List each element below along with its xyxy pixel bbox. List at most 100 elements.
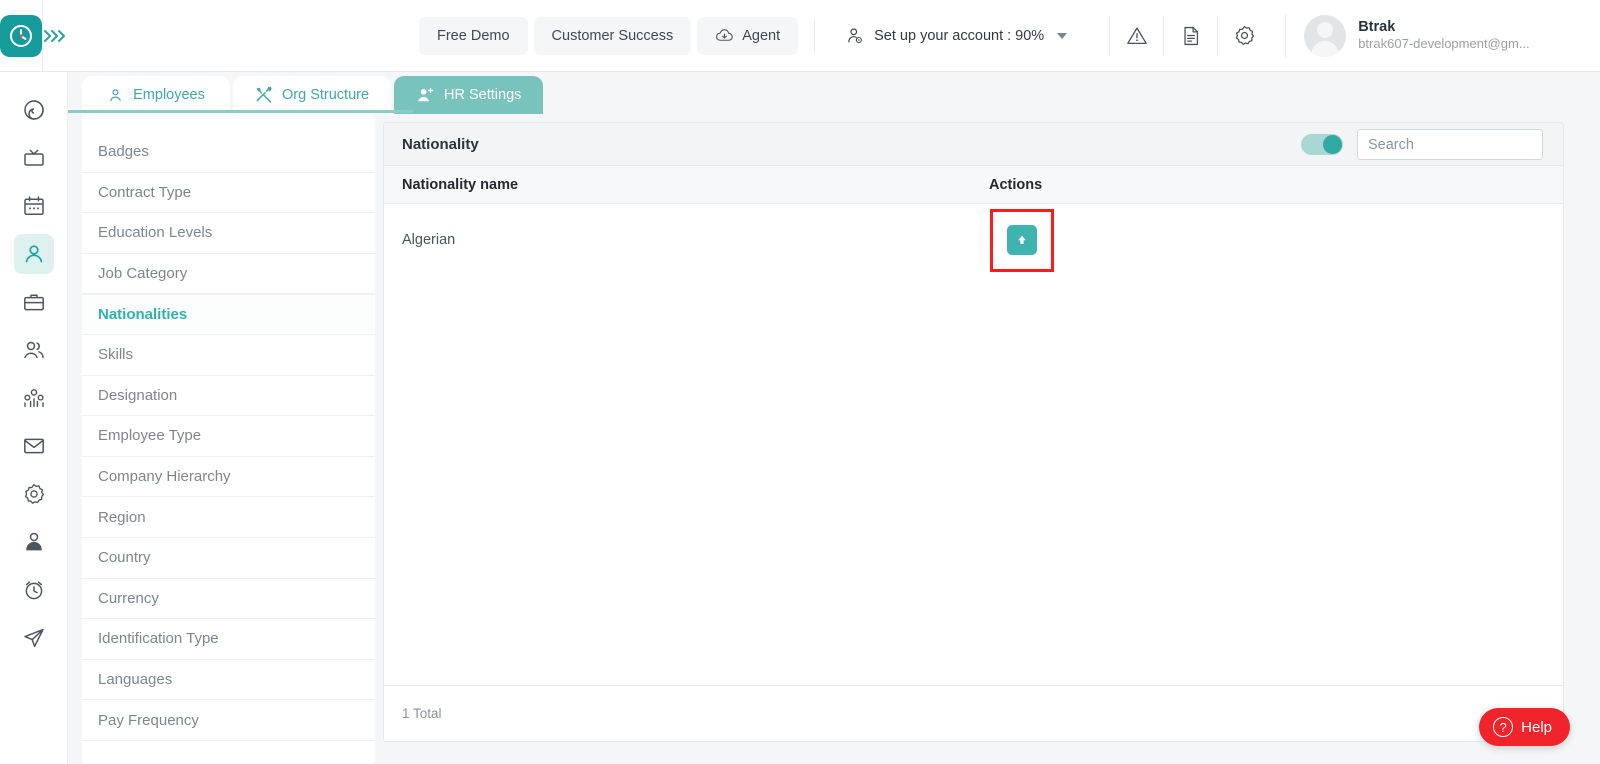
- top-header-bar: Free Demo Customer Success Agent Set up …: [0, 0, 1600, 72]
- help-button[interactable]: ? Help: [1479, 708, 1570, 746]
- mail-icon: [23, 438, 44, 454]
- cell-actions: [989, 208, 1109, 272]
- rail-item-mail[interactable]: [14, 426, 54, 466]
- tab-hr-settings[interactable]: HR Settings: [394, 76, 544, 114]
- help-label: Help: [1521, 718, 1552, 736]
- settings-item-label: Country: [98, 549, 151, 567]
- settings-item-languages[interactable]: Languages: [82, 660, 375, 701]
- panel-header: Nationality: [384, 123, 1563, 166]
- table-header-row: Nationality name Actions: [384, 166, 1563, 204]
- table-row[interactable]: Algerian: [384, 204, 1563, 276]
- rail-item-alarm[interactable]: [14, 570, 54, 610]
- tab-employees-label: Employees: [133, 87, 205, 103]
- agent-button[interactable]: Agent: [697, 16, 799, 55]
- settings-item-label: Currency: [98, 589, 159, 607]
- header-icon-group: [1109, 15, 1271, 56]
- header-nav-group: Free Demo Customer Success Agent Set up …: [419, 16, 1081, 55]
- settings-item-pay-frequency[interactable]: Pay Frequency: [82, 700, 375, 741]
- settings-item-skills[interactable]: Skills: [82, 335, 375, 376]
- total-count-label: 1 Total: [402, 706, 442, 721]
- hr-settings-list[interactable]: Badges Contract Type Education Levels Jo…: [82, 114, 375, 764]
- panel-header-controls: [1301, 123, 1543, 166]
- toggle-knob: [1323, 135, 1342, 154]
- rail-item-settings[interactable]: [14, 474, 54, 514]
- rail-item-briefcase[interactable]: [14, 282, 54, 322]
- gear-icon: [24, 483, 44, 504]
- customer-success-label: Customer Success: [551, 27, 674, 44]
- settings-item-currency[interactable]: Currency: [82, 579, 375, 620]
- settings-item-label: Designation: [98, 386, 178, 404]
- settings-button[interactable]: [1217, 15, 1271, 56]
- panel-footer: 1 Total: [384, 685, 1563, 741]
- settings-item-label: Job Category: [98, 265, 188, 283]
- agent-label: Agent: [742, 27, 781, 44]
- settings-item-label: Pay Frequency: [98, 711, 199, 729]
- tab-underline: [68, 110, 413, 113]
- settings-item-contract-type[interactable]: Contract Type: [82, 173, 375, 214]
- person-icon: [25, 245, 42, 263]
- send-icon: [23, 628, 44, 648]
- column-header-actions: Actions: [989, 176, 1043, 193]
- search-input[interactable]: [1357, 129, 1543, 160]
- logo-zone: [0, 0, 43, 72]
- column-header-nationality-name: Nationality name: [402, 176, 519, 193]
- settings-item-label: Identification Type: [98, 630, 219, 648]
- user-email: btrak607-development@gm...: [1358, 36, 1530, 52]
- gear-icon: [1236, 25, 1255, 45]
- cloud-download-icon: [716, 29, 733, 41]
- rail-item-calendar[interactable]: [14, 186, 54, 226]
- settings-item-job-category[interactable]: Job Category: [82, 254, 375, 295]
- status-toggle[interactable]: [1301, 134, 1343, 155]
- settings-item-label: Region: [98, 508, 146, 526]
- settings-item-education-levels[interactable]: Education Levels: [82, 213, 375, 254]
- user-add-icon: [418, 87, 434, 101]
- app-logo[interactable]: [0, 14, 42, 57]
- user-profile-menu[interactable]: Btrak btrak607-development@gm...: [1285, 13, 1600, 58]
- rail-item-tv[interactable]: [14, 138, 54, 178]
- alarm-clock-icon: [25, 581, 42, 600]
- customer-success-button[interactable]: Customer Success: [533, 16, 692, 55]
- rail-item-user-badge[interactable]: [14, 522, 54, 562]
- settings-item-designation[interactable]: Designation: [82, 376, 375, 417]
- briefcase-icon: [23, 294, 44, 311]
- settings-item-company-hierarchy[interactable]: Company Hierarchy: [82, 457, 375, 498]
- free-demo-button[interactable]: Free Demo: [419, 16, 528, 55]
- clock-logo-icon: [10, 24, 32, 47]
- warning-button[interactable]: [1109, 15, 1163, 56]
- upload-icon: [1018, 235, 1026, 245]
- settings-item-label: Skills: [98, 346, 134, 364]
- left-icon-rail: [0, 72, 68, 764]
- setup-account-dropdown[interactable]: Set up your account : 90%: [831, 17, 1081, 55]
- settings-item-country[interactable]: Country: [82, 538, 375, 579]
- avatar-head: [1317, 21, 1334, 38]
- settings-item-employee-type[interactable]: Employee Type: [82, 416, 375, 457]
- target-icon: [23, 100, 44, 120]
- chevron-double-right-icon: [44, 29, 65, 42]
- tv-icon: [23, 149, 44, 166]
- settings-item-label: Employee Type: [98, 427, 202, 445]
- user-badge-icon: [25, 532, 42, 551]
- settings-item-badges[interactable]: Badges: [82, 132, 375, 173]
- user-gear-icon: [848, 27, 863, 43]
- tab-org-structure-label: Org Structure: [282, 87, 370, 103]
- sidebar-expand-button[interactable]: [43, 0, 67, 72]
- rail-item-org[interactable]: [14, 378, 54, 418]
- settings-item-region[interactable]: Region: [82, 497, 375, 538]
- settings-item-label: Badges: [98, 143, 149, 161]
- rail-item-employees[interactable]: [13, 234, 54, 274]
- documents-button[interactable]: [1163, 15, 1217, 56]
- rail-item-send[interactable]: [14, 618, 54, 658]
- tab-hr-settings-label: HR Settings: [444, 87, 522, 103]
- hr-settings-list-panel: Badges Contract Type Education Levels Jo…: [82, 114, 375, 764]
- settings-item-identification-type[interactable]: Identification Type: [82, 619, 375, 660]
- rail-item-target[interactable]: [14, 90, 54, 130]
- tab-org-structure[interactable]: Org Structure: [233, 76, 392, 114]
- rail-item-users[interactable]: [14, 330, 54, 370]
- settings-item-nationalities[interactable]: Nationalities: [82, 294, 375, 335]
- tab-employees[interactable]: Employees: [82, 76, 230, 114]
- upload-action-button[interactable]: [1007, 225, 1037, 255]
- free-demo-label: Free Demo: [437, 27, 510, 44]
- user-text-block: Btrak btrak607-development@gm...: [1358, 18, 1529, 52]
- user-name: Btrak: [1358, 19, 1396, 36]
- avatar: [1304, 14, 1347, 57]
